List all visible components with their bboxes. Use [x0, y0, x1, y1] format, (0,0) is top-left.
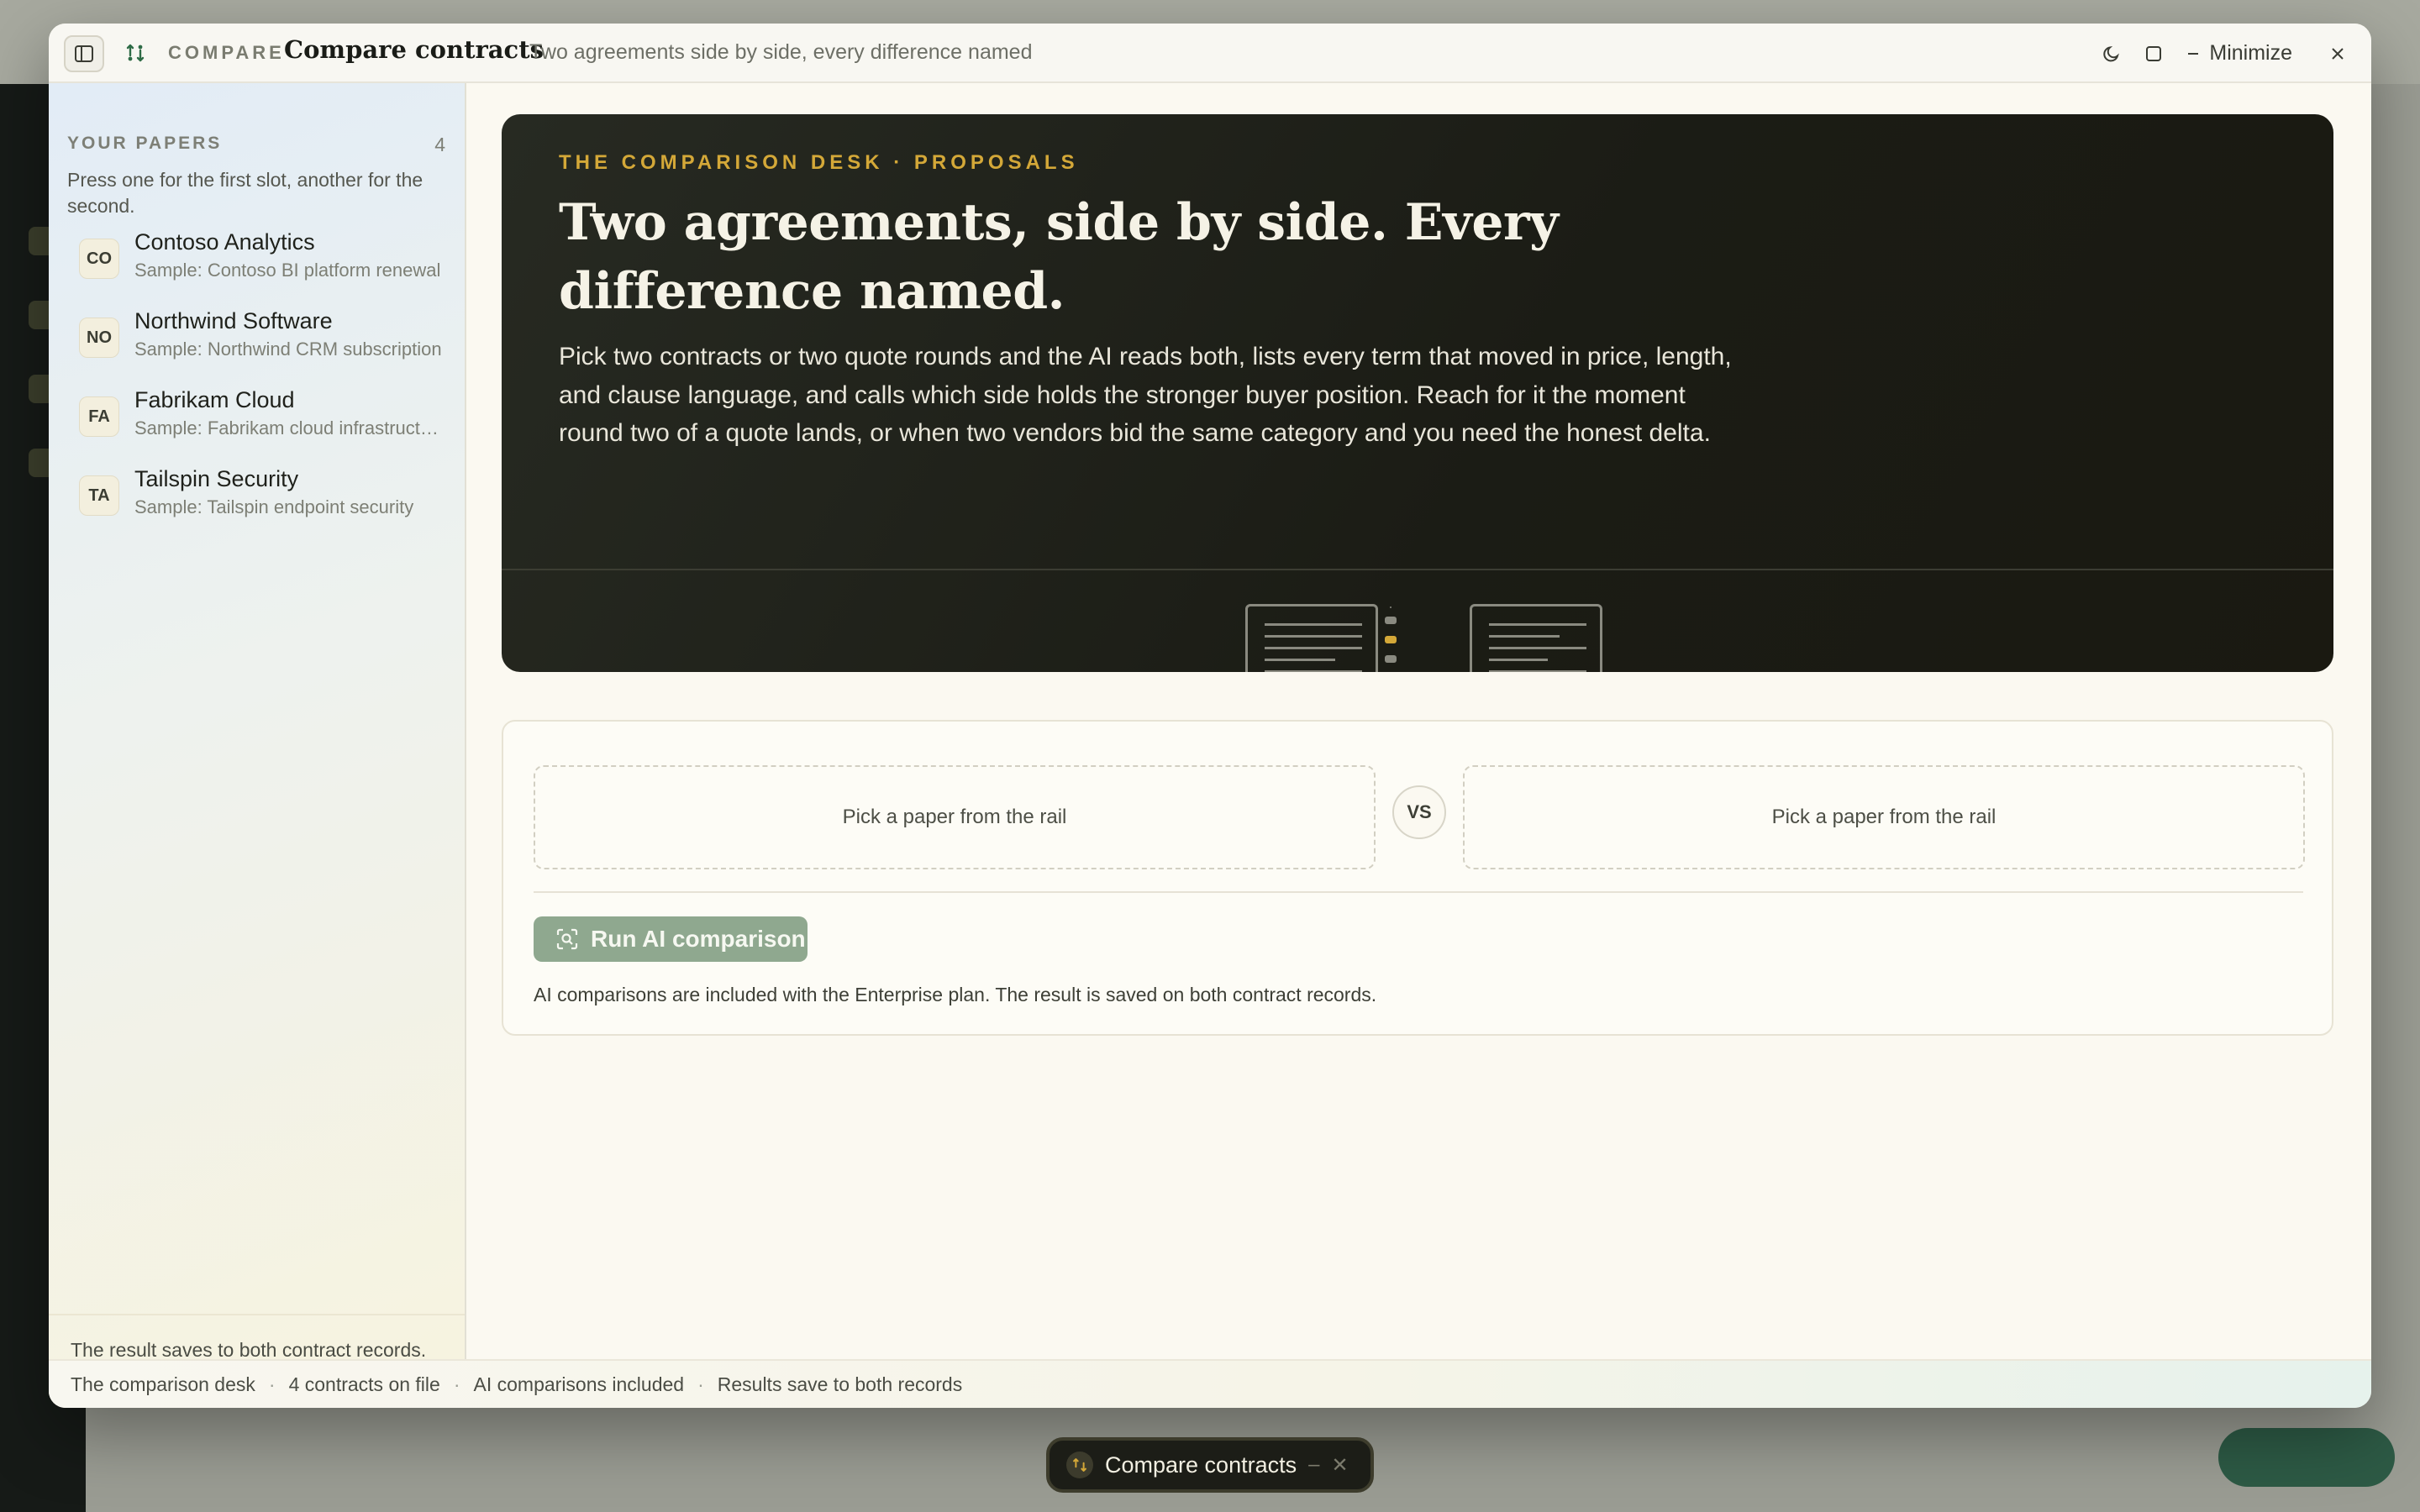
paper-sample: Sample: Contoso BI platform renewal [134, 260, 441, 281]
rail-hint: Press one for the first slot, another fo… [67, 169, 424, 217]
status-item: Results save to both records [717, 1373, 963, 1395]
panel-divider [534, 891, 2303, 893]
diff-connector-icon [1385, 606, 1397, 672]
papers-rail: YOUR PAPERS 4 Press one for the first sl… [49, 83, 466, 1408]
minimize-button[interactable]: Minimize [2186, 41, 2292, 66]
run-label: Run AI comparison [591, 926, 806, 952]
window-subtitle: Two agreements side by side, every diffe… [529, 40, 1033, 64]
run-ai-comparison-button[interactable]: Run AI comparison [534, 916, 808, 962]
status-bar: The comparison desk · 4 contracts on fil… [49, 1359, 2371, 1408]
paper-item-fabrikam[interactable]: FA Fabrikam Cloud Sample: Fabrikam cloud… [79, 382, 449, 448]
paper-avatar: NO [79, 318, 119, 358]
status-separator: · [268, 1373, 276, 1395]
compare-window: COMPARE Compare contracts Two agreements… [49, 24, 2371, 1408]
window-controls: Minimize [2102, 24, 2346, 83]
status-item: The comparison desk [71, 1373, 255, 1395]
scan-icon [556, 928, 578, 950]
minimize-label: Minimize [2209, 41, 2292, 65]
compare-chip-icon [1066, 1452, 1093, 1478]
dock-chip-close-icon[interactable]: ✕ [1331, 1453, 1348, 1478]
maximize-button[interactable] [2144, 44, 2164, 64]
window-titlebar: COMPARE Compare contracts Two agreements… [49, 24, 2371, 83]
hero-divider [502, 569, 2333, 570]
dock-chip-label: Compare contracts [1105, 1452, 1297, 1478]
paper-sample: Sample: Tailspin endpoint security [134, 496, 414, 517]
status-item: AI comparisons included [473, 1373, 685, 1395]
compare-app-icon [123, 40, 148, 66]
hero-body: Pick two contracts or two quote rounds a… [559, 343, 1732, 447]
status-separator: · [697, 1373, 704, 1395]
window-title: Compare contracts [284, 35, 544, 64]
dock-chip-minimize-icon[interactable]: – [1308, 1453, 1319, 1477]
hero-kicker: THE COMPARISON DESK · PROPOSALS [559, 151, 1079, 174]
sidebar-toggle-button[interactable] [64, 35, 104, 72]
rail-count: 4 [434, 134, 445, 155]
paper-avatar: CO [79, 239, 119, 279]
second-slot[interactable]: Pick a paper from the rail [1463, 765, 2305, 869]
rail-header: YOUR PAPERS 4 [67, 134, 445, 159]
maximize-icon [2146, 45, 2162, 61]
window-kicker: COMPARE [168, 42, 285, 63]
theme-toggle-button[interactable] [2102, 44, 2122, 64]
document-left-icon [1245, 604, 1378, 672]
paper-name: Contoso Analytics [134, 229, 315, 255]
paper-avatar: FA [79, 396, 119, 437]
vs-badge: VS [1392, 785, 1446, 839]
dock-chip-compare[interactable]: Compare contracts – ✕ [1046, 1437, 1374, 1493]
paper-item-tailspin[interactable]: TA Tailspin Security Sample: Tailspin en… [79, 461, 449, 527]
status-separator: · [453, 1373, 460, 1395]
close-button[interactable] [2329, 45, 2346, 62]
paper-sample: Sample: Northwind CRM subscription [134, 339, 442, 360]
hero-banner: THE COMPARISON DESK · PROPOSALS Two agre… [502, 114, 2333, 672]
paper-item-contoso[interactable]: CO Contoso Analytics Sample: Contoso BI … [79, 224, 449, 290]
status-item: 4 contracts on file [288, 1373, 440, 1395]
paper-item-northwind[interactable]: NO Northwind Software Sample: Northwind … [79, 303, 449, 369]
paper-sample: Sample: Fabrikam cloud infrastructure [134, 417, 445, 438]
paper-name: Northwind Software [134, 308, 333, 333]
paper-avatar: TA [79, 475, 119, 516]
compare-panel: Pick a paper from the rail VS Pick a pap… [502, 720, 2333, 1036]
hero-title: Two agreements, side by side. Every diff… [559, 193, 1559, 321]
rail-title: YOUR PAPERS [67, 134, 223, 153]
main-content: THE COMPARISON DESK · PROPOSALS Two agre… [466, 83, 2371, 1381]
paper-name: Fabrikam Cloud [134, 387, 295, 412]
document-right-icon [1470, 604, 1602, 672]
minus-icon [2188, 52, 2199, 55]
sidebar-toggle-icon [75, 45, 93, 62]
moon-icon [2103, 45, 2120, 61]
first-slot[interactable]: Pick a paper from the rail [534, 765, 1376, 869]
paper-name: Tailspin Security [134, 466, 299, 491]
background-ask-button [2218, 1428, 2395, 1487]
close-icon [2332, 47, 2344, 60]
plan-note: AI comparisons are included with the Ent… [534, 984, 1377, 1005]
